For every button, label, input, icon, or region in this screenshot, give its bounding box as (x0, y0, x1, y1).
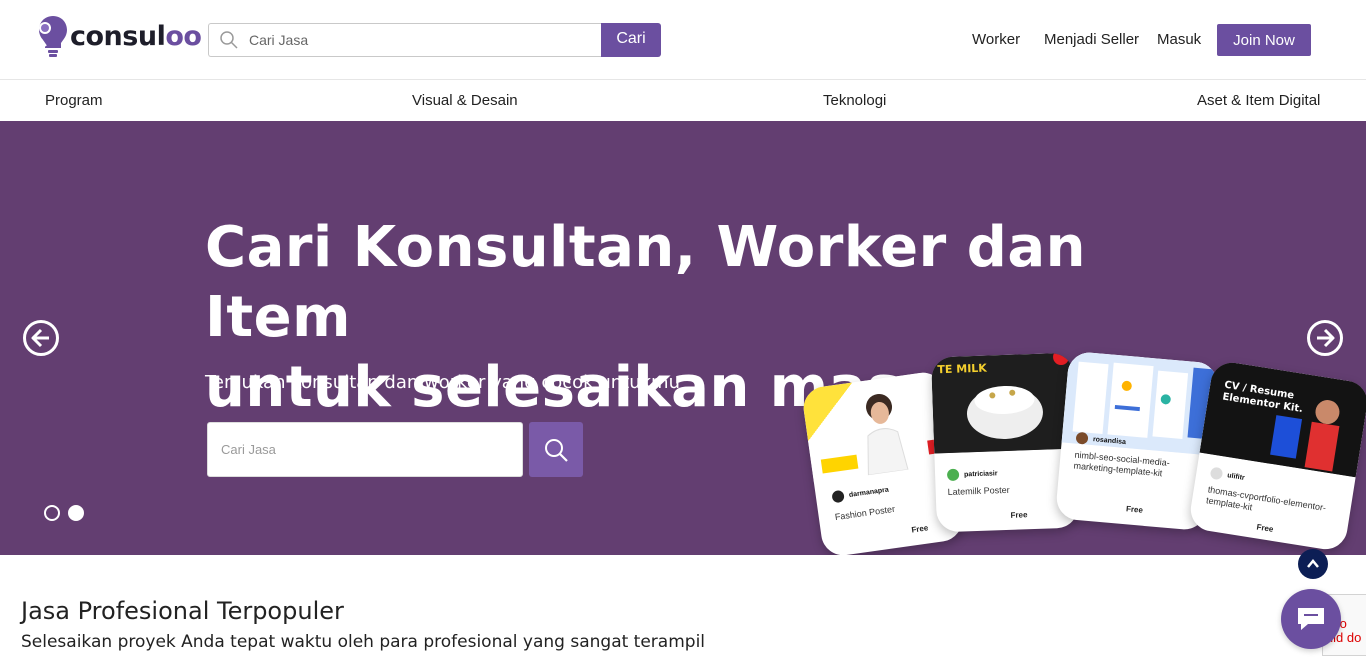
logo[interactable]: consuloo (36, 12, 202, 60)
chat-icon (1298, 608, 1324, 630)
hero-subtitle: Temukan konsultan dan worker yang cocok … (205, 372, 680, 393)
avatar (1209, 466, 1224, 481)
avatar (1075, 431, 1089, 445)
section-title: Jasa Profesional Terpopuler (21, 597, 344, 625)
chevron-up-icon (1307, 559, 1319, 568)
nav-worker-link[interactable]: Worker (972, 31, 1020, 48)
product-card-title: Latemilk Poster (947, 484, 1010, 498)
arrow-left-icon (31, 328, 49, 348)
category-visual-desain[interactable]: Visual & Desain (412, 92, 518, 109)
carousel-prev-button[interactable] (23, 320, 59, 356)
svg-text:TE MILK: TE MILK (937, 362, 987, 377)
product-card-price: Free (1125, 504, 1144, 515)
carousel-next-button[interactable] (1307, 320, 1343, 356)
product-card-price: Free (910, 523, 929, 535)
nav-seller-link[interactable]: Menjadi Seller (1044, 31, 1139, 48)
join-now-button[interactable]: Join Now (1217, 24, 1311, 56)
site-header: consuloo Cari Worker Menjadi Seller Masu… (0, 0, 1366, 80)
product-card-author: patriciasir (946, 467, 998, 482)
header-search-button[interactable]: Cari (601, 23, 661, 57)
hero-banner: Cari Konsultan, Worker dan Item untuk se… (0, 121, 1366, 555)
category-program[interactable]: Program (45, 92, 103, 109)
product-card-price: Free (1255, 522, 1275, 534)
logo-text: consuloo (70, 20, 202, 52)
arrow-right-icon (1317, 328, 1335, 348)
product-card-image: CV / Resume Elementor Kit. (1199, 359, 1366, 478)
product-card-title: nimbl-seo-social-media-marketing-templat… (1073, 449, 1171, 479)
section-subtitle: Selesaikan proyek Anda tepat waktu oleh … (21, 632, 706, 652)
nav-login-link[interactable]: Masuk (1157, 31, 1201, 48)
product-card[interactable]: CV / Resume Elementor Kit. ulifitr thomas… (1187, 359, 1366, 553)
carousel-dot-1[interactable] (44, 505, 60, 521)
category-aset-item-digital[interactable]: Aset & Item Digital (1197, 92, 1320, 109)
scroll-top-button[interactable] (1298, 549, 1328, 579)
product-card-title: Fashion Poster (834, 503, 896, 523)
hero-title-line-1: Cari Konsultan, Worker dan Item (205, 215, 1086, 350)
header-search: Cari (208, 23, 661, 57)
chat-button[interactable] (1281, 589, 1341, 649)
search-icon (219, 30, 239, 50)
product-card-author: darmanapra (831, 484, 889, 504)
hero-search-input[interactable] (221, 442, 501, 457)
product-card-image: TE MILK (930, 352, 1077, 454)
header-search-field[interactable] (208, 23, 601, 57)
category-bar: Program Visual & Desain Teknologi Aset &… (0, 81, 1366, 121)
product-card-author: ulifitr (1209, 466, 1246, 484)
product-card[interactable]: TE MILK patriciasir Latemilk Poster Free (930, 352, 1080, 533)
header-search-input[interactable] (249, 32, 569, 48)
avatar (831, 489, 845, 504)
search-icon (545, 438, 568, 462)
avatar (946, 468, 960, 482)
category-teknologi[interactable]: Teknologi (823, 92, 886, 109)
product-card-title: thomas-cvportfolio-elementor-template-ki… (1205, 484, 1327, 513)
hero-search-button[interactable] (529, 422, 583, 477)
carousel-dot-2[interactable] (68, 505, 84, 521)
product-card-price: Free (1010, 510, 1028, 520)
hero-search-field[interactable] (207, 422, 523, 477)
logo-bulb-icon (36, 13, 68, 59)
